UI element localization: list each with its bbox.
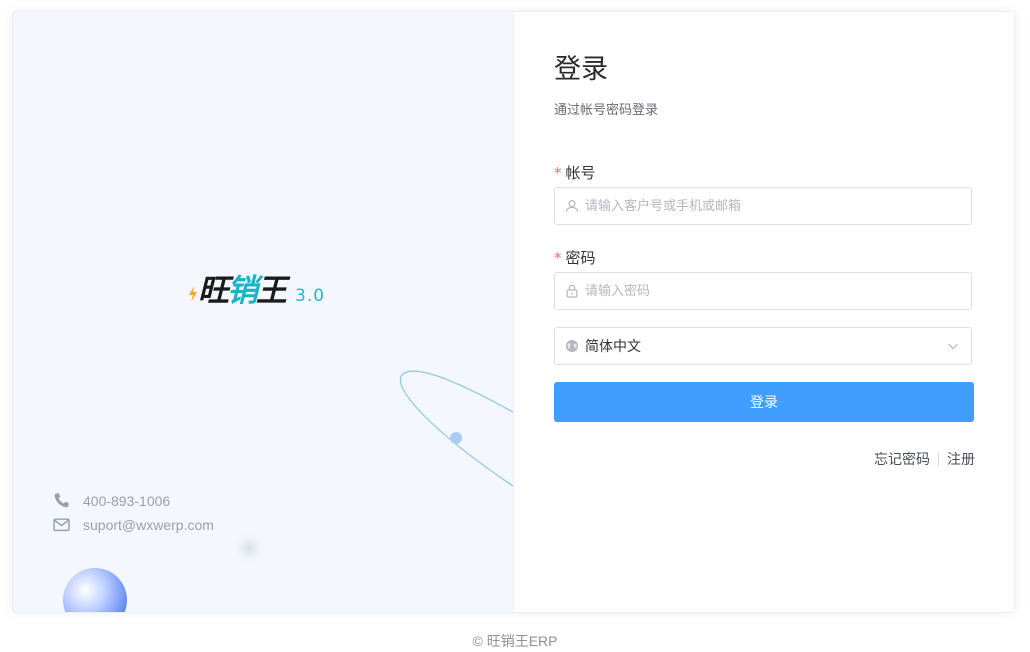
orbit-ring — [399, 370, 513, 487]
password-label: * 密码 — [554, 247, 596, 268]
logo-wordmark: 旺销王 — [198, 273, 287, 309]
phone-number: 400-893-1006 — [83, 492, 171, 509]
phone-icon — [54, 493, 69, 508]
contact-phone: 400-893-1006 — [53, 492, 170, 509]
blur-ball — [233, 532, 265, 564]
language-value: 简体中文 — [585, 339, 641, 355]
password-input[interactable] — [585, 276, 971, 306]
login-panel: 登录 通过帐号密码登录 *帐号 *密码 — [513, 12, 1014, 612]
mail-icon — [53, 518, 70, 532]
required-mark: * — [554, 249, 562, 267]
login-title: 登录 — [554, 54, 608, 85]
chevron-down-icon — [948, 343, 958, 350]
gradient-ball — [63, 568, 127, 612]
register-link[interactable]: 注册 — [947, 449, 975, 469]
required-mark: * — [554, 164, 562, 182]
forgot-password-link[interactable]: 忘记密码 — [874, 449, 930, 469]
lock-icon — [566, 284, 578, 298]
orbit-dot — [450, 432, 462, 444]
logo-suffix: 王 — [256, 273, 287, 309]
account-label: * 帐号 — [554, 162, 596, 183]
logo-version: 3.0 — [295, 286, 326, 306]
footer-copyright: © 旺销王ERP — [472, 633, 558, 649]
account-label-text: 帐号 — [565, 164, 596, 182]
user-icon — [565, 199, 579, 213]
login-subtitle: 通过帐号密码登录 — [554, 103, 659, 118]
password-field[interactable] — [554, 272, 972, 310]
brand-logo: 旺销王 3.0 — [189, 274, 325, 308]
brand-panel: 旺销王 3.0 400-893-1006 suport@wxwerp.com — [13, 12, 513, 612]
account-field[interactable] — [554, 187, 972, 225]
contact-email: suport@wxwerp.com — [53, 516, 214, 533]
globe-icon — [566, 340, 578, 352]
logo-accent: 销 — [227, 273, 258, 309]
link-divider — [938, 452, 939, 466]
login-card: 旺销王 3.0 400-893-1006 suport@wxwerp.com 登… — [12, 11, 1015, 613]
logo-prefix: 旺 — [198, 273, 229, 309]
login-button[interactable]: 登录 — [554, 382, 974, 422]
account-input[interactable] — [585, 191, 971, 221]
auth-links: 忘记密码 注册 — [874, 449, 975, 469]
language-select[interactable]: 简体中文 — [554, 327, 972, 365]
bolt-icon — [189, 286, 197, 302]
email-address: suport@wxwerp.com — [83, 516, 214, 533]
password-label-text: 密码 — [565, 249, 596, 267]
